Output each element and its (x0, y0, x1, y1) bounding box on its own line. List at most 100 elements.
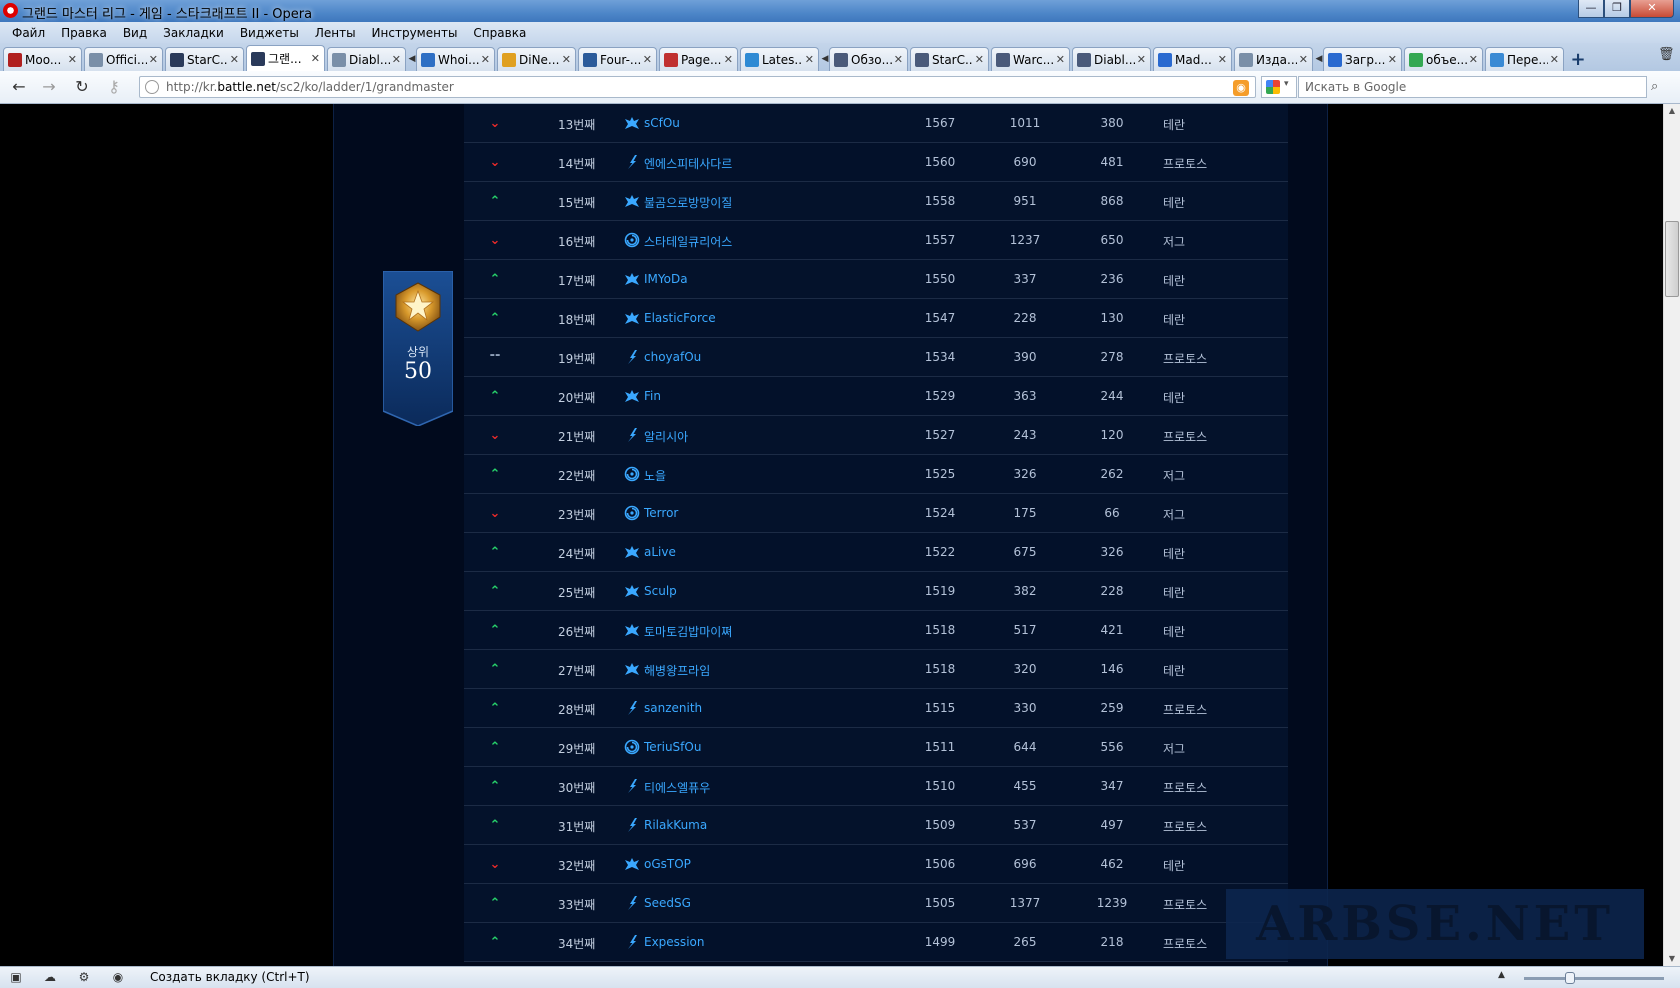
menu-item[interactable]: Правка (53, 26, 115, 40)
tab-close-icon[interactable]: ✕ (805, 53, 814, 66)
player-name-link[interactable]: IMYoDa (644, 272, 688, 286)
speed-dial-icon[interactable]: ◉ (110, 970, 126, 986)
tab-close-icon[interactable]: ✕ (1137, 53, 1146, 66)
close-button[interactable]: ✕ (1630, 0, 1674, 18)
search-engine-select[interactable]: ▾ (1261, 76, 1297, 98)
tab-close-icon[interactable]: ✕ (481, 53, 490, 66)
player-name-link[interactable]: oGsTOP (644, 857, 691, 871)
vertical-scrollbar[interactable]: ▲ ▼ (1663, 104, 1680, 966)
browser-tab[interactable]: StarC... ✕ (910, 47, 989, 71)
tab-close-icon[interactable]: ✕ (149, 53, 158, 66)
menu-item[interactable]: Инструменты (364, 26, 466, 40)
player-name-link[interactable]: choyafOu (644, 350, 701, 364)
player-name-link[interactable]: aLive (644, 545, 676, 559)
key-icon[interactable]: ⚷ (103, 77, 125, 97)
player-name-link[interactable]: 알리시아 (644, 428, 688, 445)
tab-close-icon[interactable]: ✕ (975, 53, 984, 66)
scroll-down-icon[interactable]: ▼ (1664, 952, 1680, 966)
site-info-icon[interactable] (145, 80, 159, 94)
browser-tab[interactable]: Diabl... ✕ (327, 47, 406, 71)
player-name-link[interactable]: 불곰으로방망이질 (644, 194, 732, 211)
panel-toggle-icon[interactable]: ▣ (8, 970, 24, 986)
zoom-slider-thumb[interactable] (1565, 972, 1575, 984)
tab-close-icon[interactable]: ✕ (311, 52, 320, 65)
trash-icon[interactable]: 🗑 (1658, 47, 1675, 65)
browser-tab[interactable]: Изда... ✕ (1234, 47, 1313, 71)
player-name-link[interactable]: sanzenith (644, 701, 702, 715)
forward-button[interactable]: → (38, 77, 60, 97)
tab-close-icon[interactable]: ✕ (1299, 53, 1308, 66)
player-name-link[interactable]: 스타테일큐리어스 (644, 233, 732, 250)
browser-tab[interactable]: Warc... ✕ (991, 47, 1070, 71)
tab-close-icon[interactable]: ✕ (894, 53, 903, 66)
player-name-link[interactable]: Sculp (644, 584, 677, 598)
tab-group-arrow-icon[interactable]: ◀ (821, 47, 829, 71)
menu-item[interactable]: Файл (4, 26, 53, 40)
player-name-link[interactable]: 엔에스피테사다르 (644, 155, 732, 172)
address-field[interactable]: http://kr.battle.net/sc2/ko/ladder/1/gra… (139, 76, 1256, 98)
browser-tab[interactable]: StarC... ✕ (165, 47, 244, 71)
player-name-link[interactable]: SeedSG (644, 896, 691, 910)
browser-tab[interactable]: DiNe... ✕ (497, 47, 576, 71)
minimize-button[interactable]: — (1578, 0, 1604, 18)
search-icon[interactable]: ⌕ (1651, 79, 1658, 94)
scrollbar-thumb[interactable] (1665, 221, 1679, 297)
tab-close-icon[interactable]: ✕ (392, 53, 401, 66)
browser-tab[interactable]: Diabl... ✕ (1072, 47, 1151, 71)
browser-tab[interactable]: Moo... ✕ (3, 47, 82, 71)
browser-tab[interactable]: Whoi... ✕ (416, 47, 495, 71)
menu-item[interactable]: Виджеты (232, 26, 307, 40)
menu-item[interactable]: Ленты (307, 26, 364, 40)
zoom-slider[interactable] (1524, 977, 1664, 980)
tab-close-icon[interactable]: ✕ (230, 53, 239, 66)
player-name-link[interactable]: RilakKuma (644, 818, 707, 832)
player-name-link[interactable]: 토마토김밥마이쪄 (644, 623, 732, 640)
browser-tab[interactable]: Lates... ✕ (740, 47, 819, 71)
new-tab-button[interactable]: + (1566, 47, 1590, 71)
tab-close-icon[interactable]: ✕ (1388, 53, 1397, 66)
search-input[interactable]: Искать в Google (1298, 76, 1647, 98)
reload-button[interactable]: ↻ (71, 77, 93, 97)
tab-close-icon[interactable]: ✕ (1056, 53, 1065, 66)
browser-tab[interactable]: Обзо... ✕ (829, 47, 908, 71)
tab-close-icon[interactable]: ✕ (1469, 53, 1478, 66)
unite-cloud-icon[interactable]: ☁ (42, 970, 58, 986)
player-name-link[interactable]: ElasticForce (644, 311, 716, 325)
browser-tab[interactable]: 그랜... ✕ (246, 45, 325, 71)
zoom-arrow-icon[interactable]: ▲ (1498, 970, 1505, 980)
menu-item[interactable]: Справка (465, 26, 534, 40)
browser-tab[interactable]: Загр... ✕ (1323, 47, 1402, 71)
scroll-up-icon[interactable]: ▲ (1664, 104, 1680, 118)
tab-close-icon[interactable]: ✕ (562, 53, 571, 66)
tab-group-arrow-icon[interactable]: ◀ (1315, 47, 1323, 71)
tab-group-arrow-icon[interactable]: ◀ (408, 47, 416, 71)
player-name-link[interactable]: 티에스엘퓨우 (644, 779, 710, 796)
terran-race-icon (624, 271, 640, 287)
menu-item[interactable]: Вид (115, 26, 155, 40)
browser-tab[interactable]: Four-... ✕ (578, 47, 657, 71)
browser-tab[interactable]: Page... ✕ (659, 47, 738, 71)
maximize-button[interactable]: ❐ (1604, 0, 1630, 18)
player-name-link[interactable]: Expession (644, 935, 704, 949)
browser-tab[interactable]: Пере... ✕ (1485, 47, 1564, 71)
player-name-link[interactable]: Terror (644, 506, 678, 520)
player-name-link[interactable]: 노을 (644, 467, 666, 484)
tab-close-icon[interactable]: ✕ (1550, 53, 1559, 66)
wins-cell: 1011 (1009, 116, 1041, 130)
browser-tab[interactable]: объе... ✕ (1404, 47, 1483, 71)
menu-item[interactable]: Закладки (155, 26, 232, 40)
tab-close-icon[interactable]: ✕ (724, 53, 733, 66)
tab-label: Изда... (1256, 52, 1297, 67)
player-name-link[interactable]: 해병왕프라임 (644, 662, 710, 679)
rss-feed-icon[interactable]: ◉ (1233, 80, 1249, 96)
player-name-link[interactable]: Fin (644, 389, 661, 403)
tab-close-icon[interactable]: ✕ (68, 53, 77, 66)
tab-close-icon[interactable]: ✕ (643, 53, 652, 66)
back-button[interactable]: ← (8, 77, 30, 97)
player-name-link[interactable]: sCfOu (644, 116, 680, 130)
browser-tab[interactable]: Offici... ✕ (84, 47, 163, 71)
tab-close-icon[interactable]: ✕ (1218, 53, 1227, 66)
turbo-icon[interactable]: ⚙ (76, 970, 92, 986)
browser-tab[interactable]: Mad... ✕ (1153, 47, 1232, 71)
player-name-link[interactable]: TeriuSfOu (644, 740, 701, 754)
